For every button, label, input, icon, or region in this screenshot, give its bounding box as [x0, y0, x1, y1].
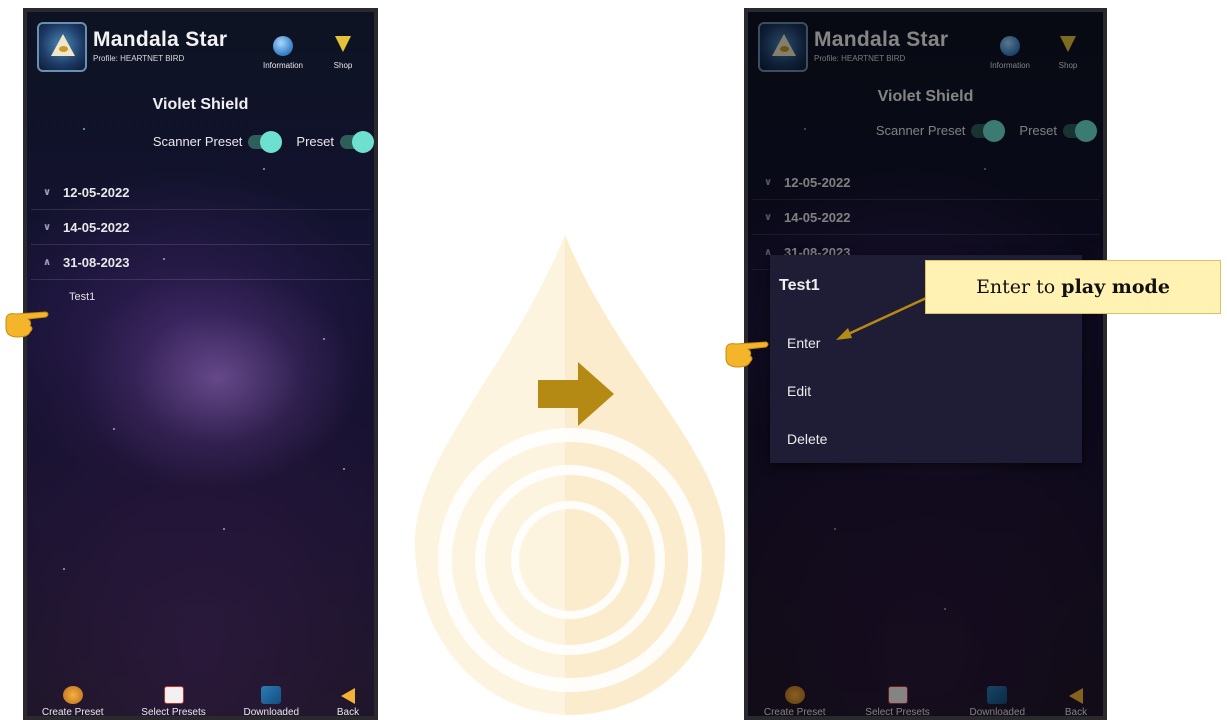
preset-item-test1[interactable]: Test1 — [69, 291, 95, 303]
profile-label: Profile: — [93, 54, 118, 63]
menu-item-delete[interactable]: Delete — [787, 431, 827, 447]
date-label: 14-05-2022 — [63, 219, 130, 235]
profile-line: Profile: HEARTNET BIRD — [93, 54, 184, 63]
date-label: 31-08-2023 — [63, 254, 130, 270]
nav-downloaded[interactable]: Downloaded — [243, 686, 300, 720]
create-preset-icon — [62, 686, 83, 704]
preset-toggle[interactable] — [340, 130, 374, 153]
phone-screen-context-menu: Mandala Star Profile: HEARTNET BIRD Info… — [744, 8, 1107, 720]
nav-label: Create Preset — [41, 707, 104, 718]
context-menu-title: Test1 — [779, 277, 820, 294]
date-row[interactable]: ∨ 14-05-2022 — [31, 210, 370, 245]
toggle-group: Scanner Preset Preset — [152, 130, 374, 153]
nav-label: Back — [336, 707, 360, 718]
callout-text: Enter to — [976, 276, 1062, 298]
pointing-hand-icon — [725, 341, 769, 368]
back-arrow-icon — [340, 688, 355, 704]
scanner-preset-label: Scanner Preset — [152, 134, 243, 149]
checklist-icon — [163, 686, 184, 704]
chevron-down-icon: ∨ — [42, 186, 52, 198]
app-title: Mandala Star — [93, 28, 228, 51]
nav-label: Select Presets — [141, 707, 206, 718]
preset-label: Preset — [296, 134, 334, 149]
menu-item-enter[interactable]: Enter — [787, 335, 820, 351]
nav-label: Downloaded — [243, 707, 300, 718]
watermark-drop-graphic — [414, 235, 726, 715]
chevron-up-icon: ∧ — [42, 256, 52, 268]
information-icon[interactable] — [273, 36, 293, 56]
pointing-hand-icon — [5, 311, 49, 338]
preset-title: Violet Shield — [152, 96, 249, 113]
phone-screen-presets: Mandala Star Profile: HEARTNET BIRD Info… — [23, 8, 378, 720]
instruction-callout: Enter to play mode — [925, 260, 1221, 314]
information-label[interactable]: Information — [255, 61, 311, 70]
app-logo — [37, 22, 87, 72]
menu-item-edit[interactable]: Edit — [787, 383, 811, 399]
bottom-nav: Create Preset Select Presets Downloaded … — [23, 678, 378, 720]
profile-name: HEARTNET BIRD — [120, 54, 185, 63]
date-row-expanded[interactable]: ∧ 31-08-2023 — [31, 245, 370, 280]
scanner-preset-toggle[interactable] — [248, 130, 283, 153]
chevron-down-icon: ∨ — [42, 221, 52, 233]
date-label: 12-05-2022 — [63, 184, 130, 200]
shop-cart-icon[interactable] — [335, 36, 355, 56]
right-arrow-icon — [538, 362, 614, 426]
nav-create-preset[interactable]: Create Preset — [42, 686, 104, 720]
phone-frame — [23, 8, 378, 720]
shop-label[interactable]: Shop — [328, 61, 358, 70]
download-folder-icon — [261, 686, 282, 704]
date-row[interactable]: ∨ 12-05-2022 — [31, 175, 370, 210]
nav-select-presets[interactable]: Select Presets — [141, 686, 206, 720]
callout-bold-text: play mode — [1061, 276, 1170, 298]
nav-back[interactable]: Back — [337, 688, 359, 720]
callout-leader-arrow — [836, 292, 936, 340]
